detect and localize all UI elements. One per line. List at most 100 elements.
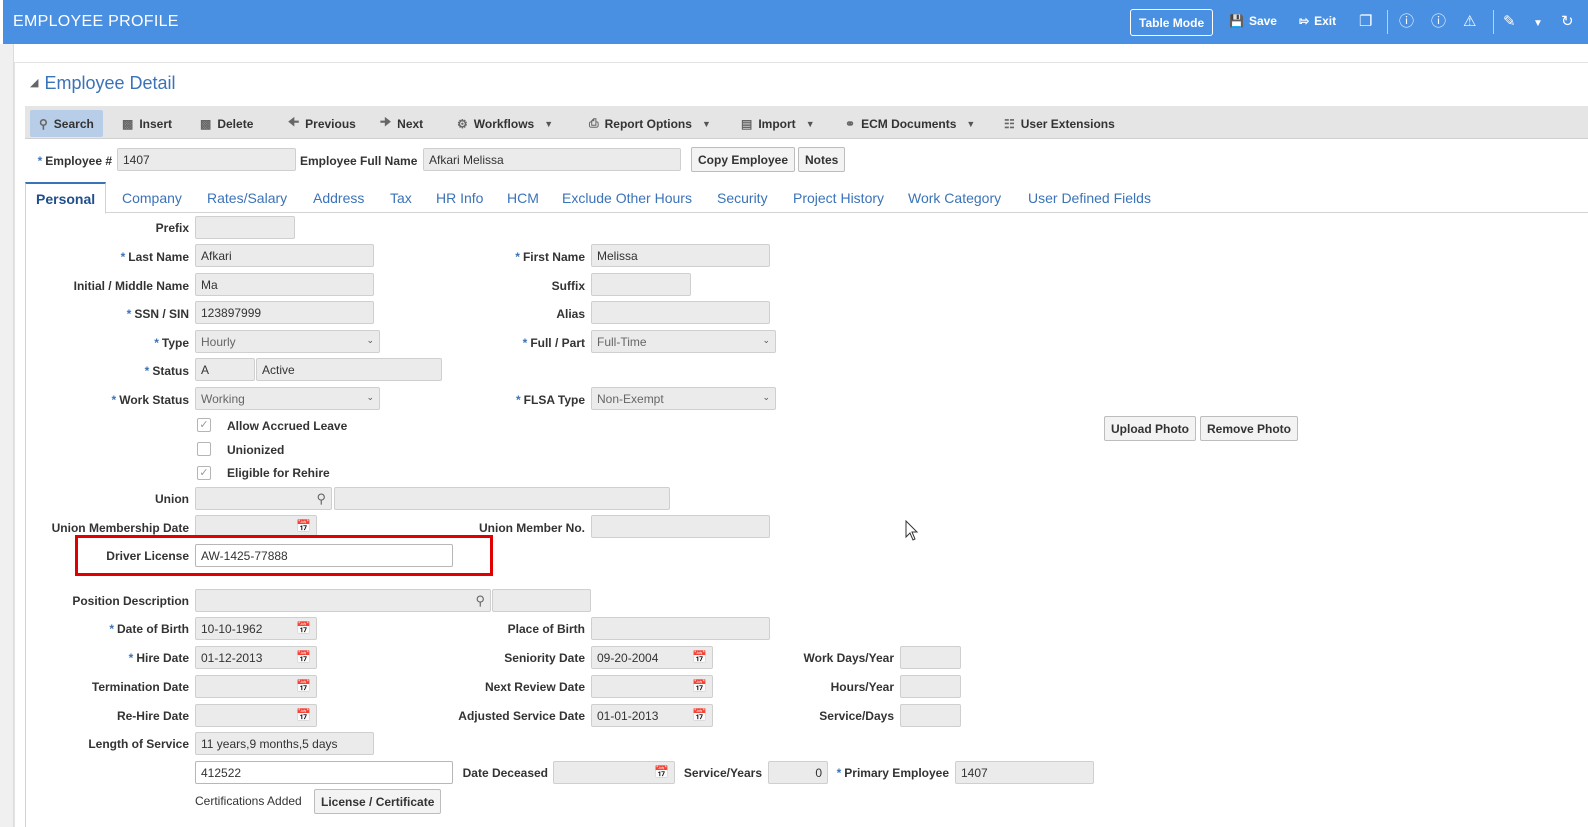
previous-button[interactable]: 🠈 Previous <box>288 113 356 134</box>
calendar-icon[interactable]: 📅 <box>296 621 313 636</box>
misc-value-input[interactable]: 412522 <box>195 761 453 784</box>
calendar-icon[interactable]: 📅 <box>692 650 709 665</box>
next-button[interactable]: 🠊 Next <box>380 113 423 134</box>
tab-security[interactable]: Security <box>717 190 768 206</box>
table-mode-button[interactable]: Table Mode <box>1130 9 1214 36</box>
save-button[interactable]: 💾 Save <box>1229 14 1277 28</box>
date-deceased-input[interactable]: 📅 <box>553 761 675 784</box>
date-deceased-label: Date Deceased <box>462 766 548 780</box>
termination-date-input[interactable]: 📅 <box>195 675 317 698</box>
unionized-checkbox[interactable] <box>197 442 211 456</box>
import-button[interactable]: ▤ Import ▼ <box>741 113 815 134</box>
service-days-label: Service/Days <box>819 709 894 723</box>
calendar-icon[interactable]: 📅 <box>296 708 313 723</box>
tab-hr-info[interactable]: HR Info <box>436 190 483 206</box>
search-icon: ⚲ <box>39 116 48 131</box>
panel-header[interactable]: ◢ Employee Detail <box>30 73 176 94</box>
tab-hcm[interactable]: HCM <box>507 190 539 206</box>
tab-address[interactable]: Address <box>313 190 364 206</box>
search-icon[interactable]: ⚲ <box>475 593 485 609</box>
notes-button[interactable]: Notes <box>798 147 846 172</box>
user-extensions-button[interactable]: ☷ User Extensions <box>1004 113 1115 134</box>
calendar-icon[interactable]: 📅 <box>692 708 709 723</box>
copy-icon[interactable]: ❐ <box>1359 13 1372 30</box>
date-of-birth-label: * Date of Birth <box>109 622 189 636</box>
calendar-icon[interactable]: 📅 <box>654 765 671 780</box>
tab-project-history[interactable]: Project History <box>793 190 884 206</box>
tab-exclude-other-hours[interactable]: Exclude Other Hours <box>562 190 692 206</box>
primary-employee-label: * Primary Employee <box>836 766 949 780</box>
gears-icon: ⚙ <box>457 116 468 131</box>
position-description-label: Position Description <box>72 594 189 608</box>
middle-name-input[interactable]: Ma <box>195 273 374 296</box>
calendar-icon[interactable]: 📅 <box>296 679 313 694</box>
collapse-icon[interactable]: ◢ <box>30 77 38 89</box>
edit-icon[interactable]: ✎ <box>1503 13 1516 30</box>
employee-full-name-input[interactable]: Afkari Melissa <box>423 148 681 171</box>
date-of-birth-input[interactable]: 10-10-1962 📅 <box>195 617 317 640</box>
work-status-select[interactable]: Working ⌄ <box>195 387 380 410</box>
help-icon[interactable]: ⓘ <box>1431 13 1446 30</box>
employee-no-input[interactable]: 1407 <box>117 148 296 171</box>
suffix-label: Suffix <box>551 279 585 293</box>
work-days-year-input[interactable] <box>900 646 961 669</box>
primary-employee-input[interactable]: 1407 <box>955 761 1094 784</box>
ssn-input[interactable]: 123897999 <box>195 301 374 324</box>
place-of-birth-input[interactable] <box>591 617 770 640</box>
first-name-input[interactable]: Melissa <box>591 244 770 267</box>
tab-user-defined-fields[interactable]: User Defined Fields <box>1028 190 1151 206</box>
tab-tax[interactable]: Tax <box>390 190 412 206</box>
search-icon[interactable]: ⚲ <box>316 491 326 507</box>
calendar-icon[interactable]: 📅 <box>692 679 709 694</box>
status-code-input[interactable]: A <box>195 358 255 381</box>
report-options-button[interactable]: ⎙ Report Options ▼ <box>589 113 711 134</box>
info-icon[interactable]: ⓘ <box>1399 13 1414 30</box>
allow-accrued-leave-checkbox[interactable]: ✓ <box>197 418 211 432</box>
service-days-input[interactable] <box>900 704 961 727</box>
calendar-icon[interactable]: 📅 <box>296 650 313 665</box>
left-edge <box>0 44 14 827</box>
copy-employee-button[interactable]: Copy Employee <box>691 147 796 172</box>
warning-icon[interactable]: ⚠ <box>1463 13 1476 30</box>
flsa-type-select[interactable]: Non-Exempt ⌄ <box>591 387 776 410</box>
prefix-input[interactable] <box>195 216 295 239</box>
license-certificate-button[interactable]: License / Certificate <box>314 789 442 814</box>
refresh-icon[interactable]: ↻ <box>1561 13 1574 30</box>
app-header: EMPLOYEE PROFILE Table Mode 💾 Save ⇰ Exi… <box>3 0 1588 44</box>
alias-input[interactable] <box>591 301 770 324</box>
type-select[interactable]: Hourly ⌄ <box>195 330 380 353</box>
suffix-input[interactable] <box>591 273 691 296</box>
first-name-label: * First Name <box>515 250 585 264</box>
union-member-no-input[interactable] <box>591 515 770 538</box>
tab-rates-salary[interactable]: Rates/Salary <box>207 190 287 206</box>
tab-personal[interactable]: Personal <box>25 182 107 214</box>
full-part-select[interactable]: Full-Time ⌄ <box>591 330 776 353</box>
seniority-date-input[interactable]: 09-20-2004 📅 <box>591 646 713 669</box>
type-label: * Type <box>154 336 189 350</box>
chevron-down-icon[interactable]: ▼ <box>1533 15 1543 32</box>
position-description-input[interactable]: ⚲ <box>195 589 491 612</box>
upload-photo-button[interactable]: Upload Photo <box>1104 416 1196 441</box>
union-input[interactable]: ⚲ <box>195 487 332 510</box>
ecm-documents-button[interactable]: ⚭ ECM Documents ▼ <box>845 113 975 134</box>
tab-work-category[interactable]: Work Category <box>908 190 1001 206</box>
next-review-date-input[interactable]: 📅 <box>591 675 713 698</box>
last-name-input[interactable]: Afkari <box>195 244 374 267</box>
chevron-down-icon: ⌄ <box>366 392 374 402</box>
driver-license-input[interactable]: AW-1425-77888 <box>195 544 453 567</box>
allow-accrued-leave-label: Allow Accrued Leave <box>227 419 348 433</box>
remove-photo-button[interactable]: Remove Photo <box>1200 416 1299 441</box>
calendar-icon[interactable]: 📅 <box>296 519 313 534</box>
hours-year-input[interactable] <box>900 675 961 698</box>
tab-company[interactable]: Company <box>122 190 182 206</box>
rehire-date-input[interactable]: 📅 <box>195 704 317 727</box>
insert-button[interactable]: ▩ Insert <box>122 113 172 134</box>
exit-button[interactable]: ⇰ Exit <box>1299 14 1336 28</box>
adjusted-service-date-input[interactable]: 01-01-2013 📅 <box>591 704 713 727</box>
hire-date-input[interactable]: 01-12-2013 📅 <box>195 646 317 669</box>
workflows-button[interactable]: ⚙ Workflows ▼ <box>457 113 553 134</box>
eligible-rehire-checkbox[interactable]: ✓ <box>197 466 211 480</box>
search-button[interactable]: ⚲ Search <box>30 110 103 137</box>
delete-button[interactable]: ▩ Delete <box>200 113 253 134</box>
union-membership-date-label: Union Membership Date <box>51 521 189 535</box>
